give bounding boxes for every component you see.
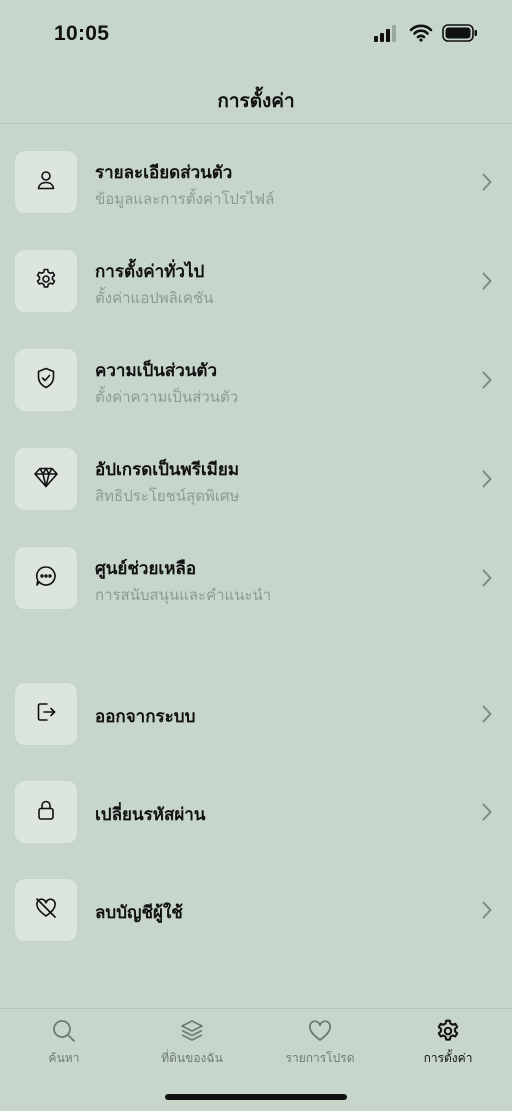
menu-icon-tile — [15, 547, 77, 609]
signal-icon — [374, 24, 400, 46]
menu-item-subtitle: การสนับสนุนและคำแนะนำ — [95, 586, 272, 604]
menu-item-title: รายละเอียดส่วนตัว — [95, 163, 233, 183]
tab-label: ค้นหา — [48, 1051, 80, 1065]
battery-icon — [442, 24, 478, 46]
wifi-icon — [409, 24, 433, 46]
menu-item-delete-account[interactable]: ลบบัญชีผู้ใช้ — [0, 879, 512, 943]
menu-item-subtitle: ตั้งค่าแอปพลิเคชัน — [95, 289, 214, 307]
tab-favorites[interactable]: รายการโปรด — [256, 1017, 384, 1077]
diamond-icon — [33, 465, 59, 493]
menu-item-logout[interactable]: ออกจากระบบ — [0, 683, 512, 747]
chevron-right-icon — [480, 801, 494, 823]
gear-icon — [34, 267, 58, 295]
menu-item-subtitle: ข้อมูลและการตั้งค่าโปรไฟล์ — [95, 190, 275, 208]
status-time: 10:05 — [54, 22, 110, 45]
menu-item-title: ความเป็นส่วนตัว — [95, 361, 218, 381]
menu-icon-tile — [15, 151, 77, 213]
menu-item-change-password[interactable]: เปลี่ยนรหัสผ่าน — [0, 781, 512, 845]
menu-icon-tile — [15, 879, 77, 941]
menu-item-profile[interactable]: รายละเอียดส่วนตัว ข้อมูลและการตั้งค่าโปร… — [0, 151, 512, 215]
status-bar: 10:05 — [0, 0, 512, 70]
menu-item-title: การตั้งค่าทั่วไป — [95, 262, 205, 282]
tab-settings[interactable]: การตั้งค่า — [384, 1017, 512, 1077]
layers-icon — [178, 1017, 206, 1045]
chevron-right-icon — [480, 270, 494, 292]
heart-icon — [306, 1017, 334, 1045]
menu-item-subtitle: สิทธิประโยชน์สุดพิเศษ — [95, 487, 240, 505]
tab-search[interactable]: ค้นหา — [0, 1017, 128, 1077]
search-icon — [50, 1017, 78, 1045]
tab-label: ที่ดินของฉัน — [161, 1051, 223, 1065]
menu-item-premium[interactable]: อัปเกรดเป็นพรีเมียม สิทธิประโยชน์สุดพิเศ… — [0, 448, 512, 512]
menu-icon-tile — [15, 349, 77, 411]
chevron-right-icon — [480, 703, 494, 725]
nav-header: การตั้งค่า — [0, 70, 512, 124]
lock-icon — [34, 798, 58, 826]
gear-icon — [434, 1017, 462, 1045]
shield-check-icon — [34, 366, 58, 394]
menu-icon-tile — [15, 448, 77, 510]
chevron-right-icon — [480, 567, 494, 589]
home-indicator[interactable] — [165, 1094, 347, 1100]
logout-icon — [34, 700, 58, 728]
page-title: การตั้งค่า — [217, 90, 295, 112]
menu-icon-tile — [15, 683, 77, 745]
chevron-right-icon — [480, 899, 494, 921]
status-icons — [374, 24, 478, 46]
person-icon — [34, 168, 58, 196]
menu-item-title: เปลี่ยนรหัสผ่าน — [95, 805, 206, 825]
menu-item-title: ลบบัญชีผู้ใช้ — [95, 903, 183, 923]
chevron-right-icon — [480, 468, 494, 490]
menu-icon-tile — [15, 250, 77, 312]
tab-label: รายการโปรด — [285, 1051, 355, 1065]
menu-item-subtitle: ตั้งค่าความเป็นส่วนตัว — [95, 388, 239, 406]
menu-icon-tile — [15, 781, 77, 843]
heart-off-icon — [34, 896, 58, 924]
chevron-right-icon — [480, 369, 494, 391]
tab-my-land[interactable]: ที่ดินของฉัน — [128, 1017, 256, 1077]
menu-item-title: ออกจากระบบ — [95, 707, 196, 727]
menu-item-title: อัปเกรดเป็นพรีเมียม — [95, 460, 240, 480]
chat-bubble-icon — [34, 564, 58, 592]
menu-item-general[interactable]: การตั้งค่าทั่วไป ตั้งค่าแอปพลิเคชัน — [0, 250, 512, 314]
menu-item-privacy[interactable]: ความเป็นส่วนตัว ตั้งค่าความเป็นส่วนตัว — [0, 349, 512, 413]
menu-item-title: ศูนย์ช่วยเหลือ — [95, 559, 197, 579]
chevron-right-icon — [480, 171, 494, 193]
tab-label: การตั้งค่า — [423, 1051, 473, 1065]
menu-item-help[interactable]: ศูนย์ช่วยเหลือ การสนับสนุนและคำแนะนำ — [0, 547, 512, 611]
